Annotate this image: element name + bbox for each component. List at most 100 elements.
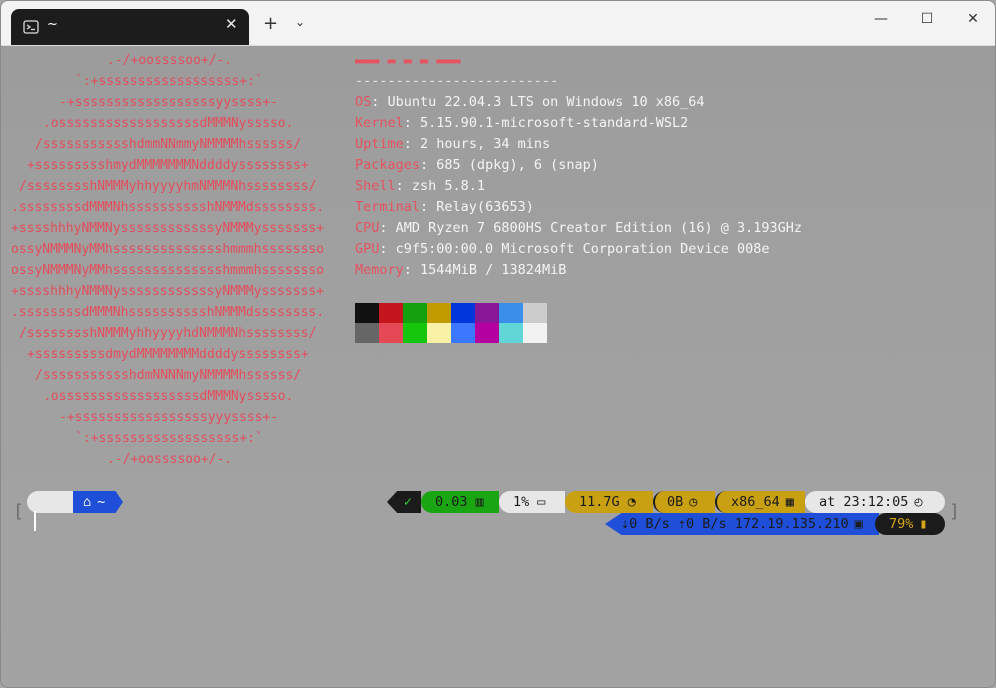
color-swatch	[379, 323, 403, 343]
logo-line: ossyNMMMNyMMhsssssssssssssshmmmhssssssso	[11, 263, 325, 278]
bracket-left: [	[13, 501, 24, 522]
tab-close-button[interactable]: ✕	[225, 15, 238, 33]
status-segment: ✓	[387, 491, 421, 513]
close-window-button[interactable]: ✕	[961, 11, 985, 33]
info-value: zsh 5.8.1	[411, 178, 486, 194]
network-icon: ▣	[854, 516, 863, 532]
disk-icon: ▭	[537, 494, 546, 510]
color-swatch	[499, 323, 523, 343]
info-value: 5.15.90.1-microsoft-standard-WSL2	[420, 115, 689, 131]
logo-line: .-/+oossssoo+/-.	[107, 452, 233, 467]
terminal-icon	[23, 20, 39, 34]
info-key: Uptime	[355, 136, 404, 152]
logo-line: +ssssssssshmydMMMMMMMNddddyssssssss+	[27, 158, 309, 173]
info-uptime: Uptime: 2 hours, 34 mins	[355, 136, 551, 152]
logo-line: +sssshhhyNMMNyssssssssssssyNMMMysssssss+	[11, 284, 325, 299]
time-segment: at 23:12:05 ◴	[805, 491, 945, 513]
info-key: Terminal	[355, 199, 421, 215]
title-bar: ~ ✕ + ⌄ — ☐ ✕	[1, 1, 995, 46]
load-chart-icon: ▥	[475, 494, 484, 510]
info-terminal: Terminal: Relay(63653)	[355, 199, 534, 215]
color-swatch	[379, 303, 403, 323]
logo-line: .ssssssssdMMMNhsssssssssshNMMMdssssssss.	[11, 305, 325, 320]
check-icon: ✓	[403, 494, 413, 510]
terminal-window: ~ ✕ + ⌄ — ☐ ✕ .-/+oossssoo+/-. `:+ssssss…	[0, 0, 996, 688]
color-swatch	[475, 303, 499, 323]
logo-line: /sssssssshNMMMyhhyyyyhmNMMMNhssssssss/	[19, 179, 317, 194]
arch-segment: x86_64 ▦	[715, 491, 805, 513]
info-key: CPU	[355, 220, 380, 236]
info-value: Ubuntu 22.04.3 LTS on Windows 10 x86_64	[387, 94, 705, 110]
color-swatch	[355, 323, 379, 343]
info-key: Kernel	[355, 115, 404, 131]
arch-value: x86_64	[731, 494, 780, 510]
logo-line: .-/+oossssoo+/-.	[107, 53, 233, 68]
logo-line: .ossssssssssssssssssdMMMNysssso.	[43, 389, 294, 404]
color-swatch	[403, 323, 427, 343]
clock-icon: ◴	[914, 494, 923, 510]
current-dir: ~	[97, 494, 106, 510]
minimize-button[interactable]: —	[869, 11, 893, 33]
info-kernel: Kernel: 5.15.90.1-microsoft-standard-WSL…	[355, 115, 689, 131]
logo-line: /ssssssssssshdmmNNmmyNMMMMhssssss/	[35, 137, 302, 152]
info-key: Shell	[355, 178, 396, 194]
swap-segment: 0B ◷	[653, 491, 715, 513]
info-key: Memory	[355, 262, 404, 278]
color-swatch	[451, 303, 475, 323]
logo-line: ossyNMMMNyMMhsssssssssssssshmmmhssssssso	[11, 242, 325, 257]
ram-value: 11.7G	[579, 494, 620, 510]
color-swatch	[523, 323, 547, 343]
info-gpu: GPU: c9f5:00:00.0 Microsoft Corporation …	[355, 241, 770, 257]
swap-value: 0B	[667, 494, 684, 510]
logo-line: /sssssssshNMMMyhhyyyyhdNMMMNhssssssss/	[19, 326, 317, 341]
info-packages: Packages: 685 (dpkg), 6 (snap)	[355, 157, 599, 173]
new-tab-button[interactable]: +	[263, 13, 278, 34]
color-swatch	[427, 303, 451, 323]
text-cursor[interactable]	[34, 511, 36, 531]
info-value: 1544MiB / 13824MiB	[420, 262, 567, 278]
logo-line: `:+ssssssssssssssssss+:`	[75, 74, 263, 89]
battery-value: 79%	[889, 516, 914, 532]
logo-line: .ssssssssdMMMNhsssssssssshNMMMdssssssss.	[11, 200, 325, 215]
color-swatch	[523, 303, 547, 323]
info-key: OS	[355, 94, 372, 110]
color-swatch	[451, 323, 475, 343]
color-swatch	[427, 323, 451, 343]
color-swatch	[355, 303, 379, 323]
maximize-button[interactable]: ☐	[915, 11, 939, 33]
info-cpu: CPU: AMD Ryzen 7 6800HS Creator Edition …	[355, 220, 803, 236]
logo-line: +sssssssssdmydMMMMMMMMddddyssssssss+	[27, 347, 309, 362]
logo-line: +sssshhhyNMMNyssssssssssssyNMMMysssssss+	[11, 221, 325, 236]
battery-icon: ▮	[919, 516, 928, 532]
gauge-icon: ◔	[627, 494, 636, 510]
color-swatch	[475, 323, 499, 343]
info-key: Packages	[355, 157, 421, 173]
info-value: 2 hours, 34 mins	[420, 136, 551, 152]
history-icon: ◷	[689, 494, 698, 510]
load-segment: 0.03 ▥	[421, 491, 499, 513]
os-segment	[27, 491, 73, 513]
logo-line: -+sssssssssssssssssyyyssss+-	[59, 410, 279, 425]
info-memory: Memory: 1544MiB / 13824MiB	[355, 262, 567, 278]
logo-line: -+ssssssssssssssssssyyssss+-	[59, 95, 279, 110]
terminal-tab[interactable]: ~ ✕	[11, 9, 249, 45]
separator-line: -------------------------	[355, 73, 559, 89]
info-key: GPU	[355, 241, 380, 257]
disk-segment: 1% ▭	[499, 491, 565, 513]
info-value: 685 (dpkg), 6 (snap)	[436, 157, 599, 173]
logo-line: /ssssssssssshdmNNNNmyNMMMMhssssss/	[35, 368, 302, 383]
dir-segment[interactable]: ⌂ ~	[73, 491, 123, 513]
info-value: Relay(63653)	[436, 199, 534, 215]
tab-title: ~	[47, 17, 58, 32]
color-swatch	[403, 303, 427, 323]
info-os: OS: Ubuntu 22.04.3 LTS on Windows 10 x86…	[355, 94, 705, 110]
tab-dropdown-button[interactable]: ⌄	[295, 15, 305, 29]
info-value: c9f5:00:00.0 Microsoft Corporation Devic…	[395, 241, 770, 257]
info-shell: Shell: zsh 5.8.1	[355, 178, 486, 194]
logo-line: .ossssssssssssssssssdMMMNysssso.	[43, 116, 294, 131]
battery-segment: 79% ▮	[875, 513, 945, 535]
time-value: at 23:12:05	[819, 494, 909, 510]
chip-icon: ▦	[785, 494, 794, 510]
logo-line: `:+ssssssssssssssssss+:`	[75, 431, 263, 446]
disk-value: 1%	[513, 494, 530, 510]
